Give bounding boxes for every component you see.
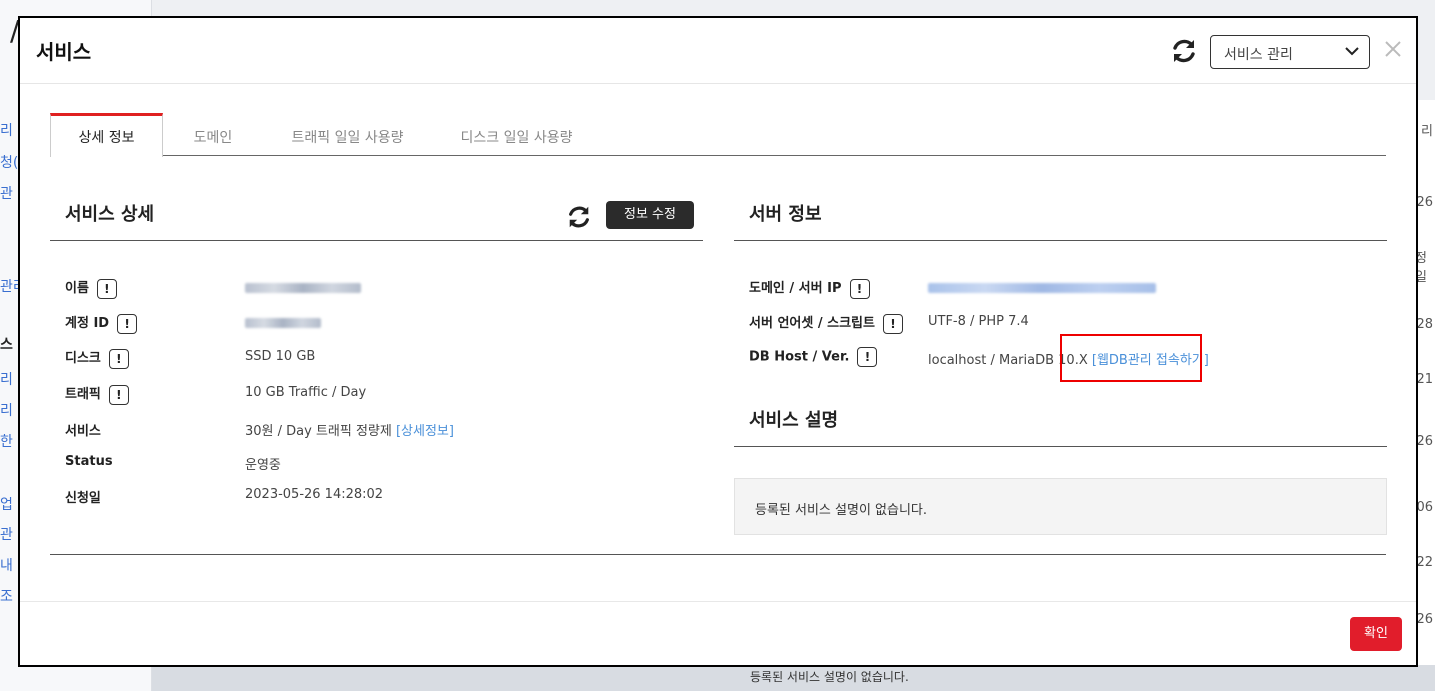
info-icon[interactable]: ! [849,278,870,299]
server-row-charset: 서버 언어셋 / 스크립트! [749,312,903,334]
tab-domain[interactable]: 도메인 [180,113,246,156]
server-info-title: 서버 정보 [749,204,822,225]
status-value: 운영중 [245,458,281,473]
background-table-cell: 리 [1421,124,1433,139]
detail-value-service: 30원 / Day 트래픽 정량제 [상세정보] [245,420,454,439]
row-label: 계정 ID [65,316,110,331]
background-sidebar-item: 리 [0,123,13,139]
service-select[interactable]: 서비스 관리 [1210,35,1370,69]
background-sidebar-item: 내 [0,558,13,574]
background-sidebar-item: 한 [0,434,13,450]
server-value-domain-ip [928,280,1156,295]
tab-disk-daily[interactable]: 디스크 일일 사용량 [444,113,589,156]
info-icon[interactable]: ! [96,278,117,299]
applied-date-value: 2023-05-26 14:28:02 [245,487,384,502]
background-sidebar-item: 관 [0,186,13,202]
divider [50,240,703,241]
row-label: DB Host / Ver. [749,349,850,365]
detail-row-traffic: 트래픽! [65,383,129,405]
service-select-value: 서비스 관리 [1224,47,1293,63]
service-detail-link[interactable]: [상세정보] [396,424,454,439]
refresh-icon[interactable] [566,204,592,230]
detail-row-name: 이름! [65,277,117,299]
detail-row-account-id: 계정 ID! [65,312,138,334]
row-label: 서버 언어셋 / 스크립트 [749,316,875,331]
highlight-box [1060,334,1202,382]
modal-header: 서비스 서비스 관리 [20,18,1416,84]
background-table-cell: 21 [1416,372,1433,387]
confirm-button[interactable]: 확인 [1350,617,1402,651]
row-label: 이름 [65,281,89,296]
refresh-icon[interactable] [1170,37,1198,65]
info-icon[interactable]: ! [117,313,138,334]
background-table-cell: 26 [1416,434,1433,449]
row-label: 도메인 / 서버 IP [749,281,842,296]
server-row-domain-ip: 도메인 / 서버 IP! [749,277,870,299]
detail-value-disk: SSD 10 GB [245,349,316,364]
background-footer-text: 등록된 서비스 설명이 없습니다. [750,670,909,684]
divider [734,446,1387,447]
blurred-value [928,282,1156,293]
background-table-cell: 06 [1416,500,1433,515]
background-table-cell: 22 [1416,555,1433,570]
row-label: 트래픽 [65,387,101,402]
divider [50,554,1386,555]
detail-value-account-id [245,315,321,330]
edit-info-button[interactable]: 정보 수정 [606,201,694,229]
background-sidebar-item: 리 [0,403,13,419]
info-icon[interactable]: ! [882,313,903,334]
background-table-cell: 28 [1416,317,1433,332]
detail-row-disk: 디스크! [65,347,129,369]
background-sidebar-item: 관 [0,527,13,543]
chevron-down-icon [1345,47,1359,56]
blurred-value [245,282,361,293]
footer-divider [20,601,1416,602]
background-sidebar-item: 스 [0,337,13,353]
divider [734,240,1387,241]
background-table-cell: 26 [1416,612,1433,627]
service-description-text: 등록된 서비스 설명이 없습니다. [755,503,928,518]
detail-row-status: Status [65,454,113,469]
info-icon[interactable]: ! [857,347,878,367]
background-sidebar-item: 리 [0,372,13,388]
detail-row-applied-date: 신청일 [65,491,101,506]
background-sidebar-item: 조 [0,589,13,605]
detail-value-name [245,280,361,295]
info-icon[interactable]: ! [108,348,129,369]
background-table-edge: 리 26 정일 28 21 26 06 22 26 [1415,100,1435,691]
background-table-cell: 26 [1416,195,1433,210]
background-sidebar-item: 업 [0,497,13,513]
detail-row-service: 서비스 [65,424,101,439]
service-plan-text: 30원 / Day 트래픽 정량제 [245,424,396,439]
detail-value-traffic: 10 GB Traffic / Day [245,385,367,400]
background-sidebar-item: 청( [0,155,19,171]
tab-detail[interactable]: 상세 정보 [50,113,163,157]
modal-title: 서비스 [36,40,92,64]
service-description-title: 서비스 설명 [749,410,839,431]
service-detail-title: 서비스 상세 [65,204,155,225]
blurred-value [245,317,321,328]
tab-traffic-daily[interactable]: 트래픽 일일 사용량 [275,113,420,156]
row-label: 디스크 [65,351,101,366]
server-row-db-host: DB Host / Ver.! [749,347,878,367]
tab-bar: 상세 정보 도메인 트래픽 일일 사용량 디스크 일일 사용량 [50,113,1386,157]
close-icon[interactable] [1382,38,1404,60]
info-icon[interactable]: ! [108,384,129,405]
service-modal: 서비스 서비스 관리 상세 정보 도메인 트래픽 일일 사용량 디스크 일일 사… [18,16,1418,667]
service-description-box: 등록된 서비스 설명이 없습니다. [734,478,1387,535]
server-value-charset: UTF-8 / PHP 7.4 [928,314,1029,329]
